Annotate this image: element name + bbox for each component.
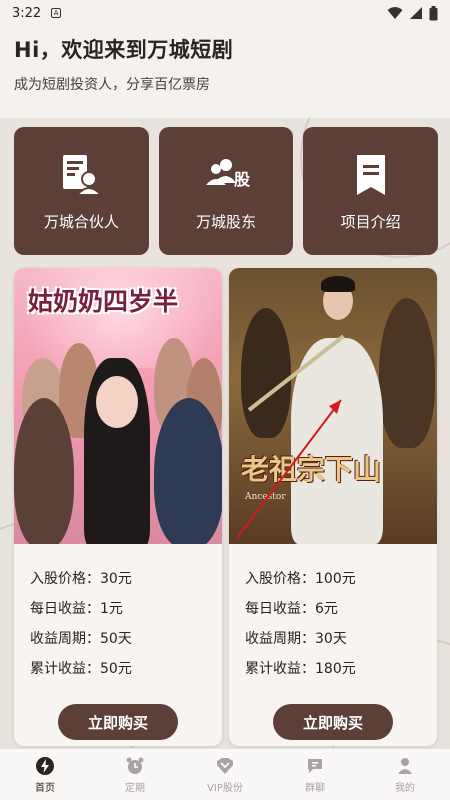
signal-icon (410, 7, 422, 19)
alarm-clock-icon (126, 757, 144, 774)
info-label: 入股价格： (30, 571, 100, 587)
tab-label: 首页 (35, 782, 55, 794)
home-lightning-icon (36, 756, 54, 775)
arrow-annotation (236, 399, 342, 539)
info-label: 累计收益： (245, 661, 315, 677)
buy-button[interactable]: 立即购买 (273, 704, 393, 740)
info-row-period: 收益周期：30天 (245, 624, 437, 654)
chat-icon (308, 758, 322, 773)
menu-item-label: 项目介绍 (340, 212, 401, 231)
user-icon (398, 757, 412, 774)
tab-label: 群聊 (305, 782, 325, 794)
bookmark-document-icon (356, 154, 385, 195)
menu-item-label: 万城股东 (196, 212, 257, 231)
info-row-period: 收益周期：50天 (30, 624, 222, 654)
vip-heart-icon (217, 757, 233, 774)
info-row-total: 累计收益：50元 (30, 654, 222, 684)
tab-label: 我的 (395, 782, 415, 794)
status-time: 3:22 (12, 5, 42, 21)
poster-title: 姑奶奶四岁半 (28, 287, 179, 316)
info-value: 30天 (315, 631, 347, 647)
info-row-daily: 每日收益：1元 (30, 594, 222, 624)
menu-item-partner[interactable]: 万城合伙人 (14, 127, 149, 255)
info-value: 50天 (100, 631, 132, 647)
info-label: 累计收益： (30, 661, 100, 677)
drama-poster[interactable]: 姑奶奶四岁半 (14, 268, 222, 544)
status-icons (387, 5, 438, 21)
info-label: 入股价格： (245, 571, 315, 587)
info-row-price: 入股价格：100元 (245, 564, 437, 594)
info-value: 100元 (315, 571, 356, 587)
page-subtitle: 成为短剧投资人，分享百亿票房 (14, 77, 210, 93)
battery-icon (429, 5, 438, 20)
shareholders-icon: 股 (206, 158, 250, 189)
tab-chat[interactable]: 群聊 (270, 749, 360, 800)
menu-item-label: 万城合伙人 (43, 212, 119, 231)
tab-label: VIP股份 (207, 782, 243, 794)
info-label: 收益周期： (30, 631, 100, 647)
info-value: 1元 (100, 601, 123, 617)
info-value: 30元 (100, 571, 132, 587)
header: Hi，欢迎来到万城短剧 成为短剧投资人，分享百亿票房 (14, 34, 233, 94)
poster-figure (154, 398, 222, 544)
tab-home[interactable]: 首页 (0, 749, 90, 800)
menu-item-shareholder[interactable]: 股 万城股东 (158, 127, 294, 255)
poster-figure (14, 398, 74, 544)
tab-mine[interactable]: 我的 (360, 749, 450, 800)
info-label: 每日收益： (30, 601, 100, 617)
tab-regular[interactable]: 定期 (90, 749, 180, 800)
partner-document-icon (63, 154, 104, 196)
info-label: 每日收益： (245, 601, 315, 617)
info-value: 6元 (315, 601, 338, 617)
tab-label: 定期 (125, 782, 145, 794)
info-label: 收益周期： (245, 631, 315, 647)
poster-face (96, 376, 138, 428)
tab-vip[interactable]: VIP股份 (180, 749, 270, 800)
drama-info: 入股价格：30元 每日收益：1元 收益周期：50天 累计收益：50元 (14, 544, 222, 684)
menu-item-project-intro[interactable]: 项目介绍 (303, 127, 439, 255)
page-title: Hi，欢迎来到万城短剧 (14, 38, 234, 62)
feature-menu: 万城合伙人 股 万城股东 项目介绍 (14, 127, 439, 255)
drama-poster[interactable]: 老祖宗下山 Ancestor (229, 268, 437, 544)
info-row-price: 入股价格：30元 (30, 564, 222, 594)
wifi-icon (387, 7, 403, 19)
drama-info: 入股价格：100元 每日收益：6元 收益周期：30天 累计收益：180元 (229, 544, 437, 684)
sim-icon: A (51, 8, 62, 18)
info-value: 180元 (315, 661, 356, 677)
svg-text:股: 股 (234, 170, 250, 189)
info-value: 50元 (100, 661, 132, 677)
info-row-total: 累计收益：180元 (245, 654, 437, 684)
drama-card: 姑奶奶四岁半 入股价格：30元 每日收益：1元 收益周期：50天 累计收益：50… (14, 268, 222, 746)
info-row-daily: 每日收益：6元 (245, 594, 437, 624)
buy-button[interactable]: 立即购买 (58, 704, 178, 740)
bottom-tab-bar: 首页 定期 VIP股份 群聊 我的 (0, 748, 450, 800)
status-bar: 3:22 A (0, 0, 450, 26)
drama-card: 老祖宗下山 Ancestor 入股价格：100元 每日收益：6元 收益周期：30… (229, 268, 437, 746)
